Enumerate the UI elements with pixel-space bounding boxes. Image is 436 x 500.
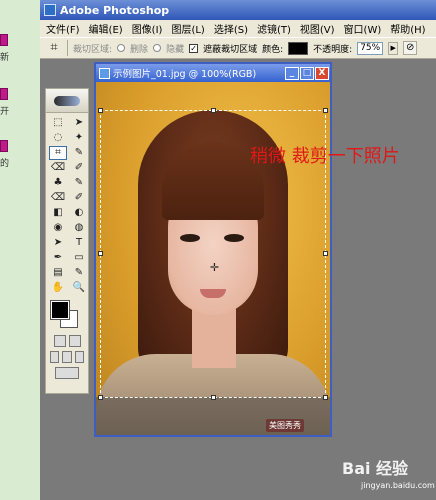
shield-crop-label: 遮蔽裁切区域: [203, 44, 258, 55]
tool-button-16-icon[interactable]: ➤: [49, 236, 67, 250]
hide-radio[interactable]: [153, 44, 162, 52]
screen-mode-standard-icon[interactable]: [50, 351, 60, 363]
menu-window[interactable]: 窗口(W): [344, 21, 382, 36]
opacity-input[interactable]: 75%: [357, 41, 384, 55]
opacity-label: 不透明度:: [313, 44, 353, 55]
menu-view[interactable]: 视图(V): [300, 21, 335, 36]
delete-radio[interactable]: [117, 44, 126, 52]
tutorial-annotation: 稍微 裁剪一下照片: [250, 146, 400, 167]
tool-button-1-icon[interactable]: ➤: [70, 116, 88, 130]
color-swatches: [46, 299, 88, 333]
app-title: Adobe Photoshop: [60, 3, 170, 17]
desktop-shortcut-label: 新: [0, 53, 10, 63]
tool-grid: ⬚ ➤ ◌ ✦ ⌗ ✎ ⌫ ✐ ♣ ✎ ⌫ ✐ ◧ ◐ ◉ ◍ ➤ T ✒ ▭ ▤ ✎ ✋ 🔍: [46, 113, 88, 295]
crop-handle-bottom-left[interactable]: [98, 395, 103, 400]
close-button[interactable]: X: [315, 66, 329, 80]
screen-mode-full-menu-icon[interactable]: [62, 351, 72, 363]
photoshop-app-icon: [44, 4, 56, 16]
desktop-shortcut-icon[interactable]: [0, 140, 8, 152]
tool-button-7-icon[interactable]: ✐: [70, 161, 88, 175]
document-title: 示例图片_01.jpg @ 100%(RGB): [113, 69, 257, 80]
quick-mask-row: [46, 333, 88, 349]
foreground-color-swatch[interactable]: [50, 300, 70, 320]
desktop-background: 新 开 的: [0, 0, 40, 500]
tool-button-21-icon[interactable]: ✎: [70, 266, 88, 280]
perspective-icon[interactable]: ⊘: [403, 41, 418, 55]
hide-label: 隐藏: [166, 44, 185, 55]
tool-button-5-icon[interactable]: ✎: [70, 146, 88, 160]
app-title-bar[interactable]: Adobe Photoshop: [40, 0, 436, 20]
photoshop-feather-icon: [54, 95, 80, 106]
crop-handle-bottom-right[interactable]: [323, 395, 328, 400]
screen-mode-full-icon[interactable]: [74, 351, 84, 363]
document-window: 示例图片_01.jpg @ 100%(RGB) _ □ X ✛: [94, 62, 332, 437]
crop-handle-bottom[interactable]: [211, 395, 216, 400]
menu-bar: 文件(F) 编辑(E) 图像(I) 图层(L) 选择(S) 滤镜(T) 视图(V…: [40, 20, 436, 37]
minimize-button[interactable]: _: [285, 66, 299, 80]
menu-layer[interactable]: 图层(L): [171, 21, 204, 36]
desktop-shortcut-label: 的: [0, 159, 10, 169]
shield-crop-checkbox[interactable]: ✓: [189, 43, 199, 53]
shield-color-label: 颜色:: [262, 44, 284, 55]
window-controls: _ □ X: [285, 66, 330, 80]
tool-button-10-icon[interactable]: ⌫: [49, 191, 67, 205]
tool-button-20-icon[interactable]: ▤: [49, 266, 67, 280]
menu-file[interactable]: 文件(F): [46, 21, 80, 36]
delete-label: 删除: [130, 44, 149, 55]
document-icon: [99, 67, 110, 79]
toolbox-panel: ⬚ ➤ ◌ ✦ ⌗ ✎ ⌫ ✐ ♣ ✎ ⌫ ✐ ◧ ◐ ◉ ◍ ➤ T ✒ ▭ ▤ ✎ ✋ 🔍: [45, 88, 89, 394]
tool-button-6-icon[interactable]: ⌫: [49, 161, 67, 175]
image-canvas[interactable]: ✛: [96, 82, 330, 435]
crop-handle-right[interactable]: [323, 251, 328, 256]
tool-button-22-icon[interactable]: ✋: [49, 281, 67, 295]
opacity-dropdown-arrow-icon[interactable]: ▶: [388, 41, 399, 55]
tool-button-23-icon[interactable]: 🔍: [70, 281, 88, 295]
crop-area-label: 裁切区域:: [73, 44, 113, 55]
menu-select[interactable]: 选择(S): [214, 21, 248, 36]
crop-handle-top-right[interactable]: [323, 108, 328, 113]
tool-button-14-icon[interactable]: ◉: [49, 221, 67, 235]
crop-handle-top[interactable]: [211, 108, 216, 113]
jump-to-imageready-icon[interactable]: [55, 367, 79, 379]
tool-button-8-icon[interactable]: ♣: [49, 176, 67, 190]
menu-filter[interactable]: 滤镜(T): [257, 21, 291, 36]
tool-button-3-icon[interactable]: ✦: [70, 131, 88, 145]
menu-image[interactable]: 图像(I): [132, 21, 163, 36]
tool-button-0-icon[interactable]: ⬚: [49, 116, 67, 130]
tool-button-4-icon[interactable]: ⌗: [49, 146, 67, 160]
tool-button-12-icon[interactable]: ◧: [49, 206, 67, 220]
tool-button-9-icon[interactable]: ✎: [70, 176, 88, 190]
screen-mode-row: [46, 349, 88, 365]
tool-button-13-icon[interactable]: ◐: [70, 206, 88, 220]
tool-button-15-icon[interactable]: ◍: [70, 221, 88, 235]
desktop-shortcut-label: 开: [0, 107, 10, 117]
standard-mode-icon[interactable]: [53, 335, 66, 347]
maximize-button[interactable]: □: [300, 66, 314, 80]
menu-help[interactable]: 帮助(H): [390, 21, 425, 36]
quick-mask-icon[interactable]: [68, 335, 81, 347]
shield-color-swatch[interactable]: [288, 41, 309, 55]
brand-watermark-url: jingyan.baidu.com: [361, 481, 435, 490]
tool-button-2-icon[interactable]: ◌: [49, 131, 67, 145]
crop-handle-left[interactable]: [98, 251, 103, 256]
options-separator: [67, 40, 68, 56]
menu-edit[interactable]: 编辑(E): [89, 21, 123, 36]
toolbox-header[interactable]: [46, 89, 88, 113]
brand-watermark: Bai 经验: [342, 459, 409, 478]
options-bar: ⌗ 裁切区域: 删除 隐藏 ✓ 遮蔽裁切区域 颜色: 不透明度: 75% ▶ ⊘: [40, 37, 436, 59]
crop-center-crosshair-icon[interactable]: ✛: [209, 262, 220, 273]
corner-watermark: 美图秀秀: [266, 419, 304, 432]
crop-tool-preset-icon[interactable]: ⌗: [46, 40, 62, 56]
desktop-shortcut-icon[interactable]: [0, 88, 8, 100]
crop-handle-top-left[interactable]: [98, 108, 103, 113]
tool-button-18-icon[interactable]: ✒: [49, 251, 67, 265]
tool-button-17-icon[interactable]: T: [70, 236, 88, 250]
document-title-bar[interactable]: 示例图片_01.jpg @ 100%(RGB) _ □ X: [96, 64, 330, 82]
tool-button-19-icon[interactable]: ▭: [70, 251, 88, 265]
jump-to-row: [46, 365, 88, 381]
tool-button-11-icon[interactable]: ✐: [70, 191, 88, 205]
desktop-shortcut-icon[interactable]: [0, 34, 8, 46]
